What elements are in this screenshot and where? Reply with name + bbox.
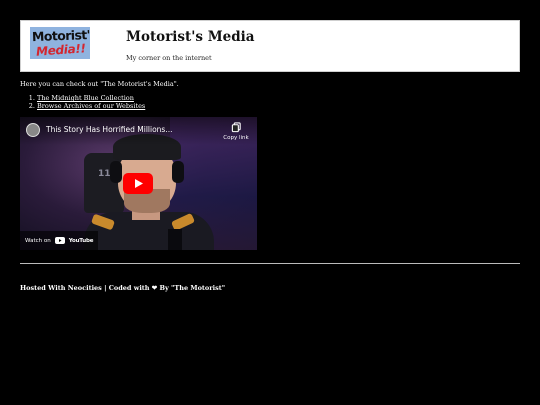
copy-link-label: Copy link [223,135,249,141]
channel-avatar[interactable] [26,123,40,137]
youtube-icon [54,237,65,244]
site-title: Motorist's Media [126,29,255,45]
link-list: The Midnight Blue Collection Browse Arch… [27,94,145,110]
copy-icon [231,122,241,133]
list-item: The Midnight Blue Collection [37,94,145,102]
site-header: Motorist's Media!! Motorist's Media My c… [20,20,520,72]
browse-archives-link[interactable]: Browse Archives of our Websites [37,102,145,110]
list-item: Browse Archives of our Websites [37,102,145,110]
watch-on-label: Watch on [25,237,51,244]
video-headphone-right [172,161,184,183]
footer-text: Hosted With Neocities | Coded with ❤ By … [20,284,226,292]
site-tagline: My corner on the internet [126,54,212,62]
video-microphone [168,229,182,250]
video-headphone-left [110,161,122,183]
midnight-blue-collection-link[interactable]: The Midnight Blue Collection [37,94,134,102]
youtube-wordmark: YouTube [68,237,94,244]
site-logo: Motorist's Media!! [30,27,90,59]
youtube-embed[interactable]: 117 This Story Has Horrified Millions...… [20,117,257,250]
copy-link-button[interactable]: Copy link [220,122,252,141]
video-title[interactable]: This Story Has Horrified Millions... [46,125,196,134]
footer-divider [20,263,520,264]
intro-text: Here you can check out "The Motorist's M… [20,80,179,88]
logo-text-bottom: Media!! [35,41,87,59]
watch-on-youtube-button[interactable]: Watch on YouTube [20,231,99,250]
play-icon[interactable] [123,173,153,194]
